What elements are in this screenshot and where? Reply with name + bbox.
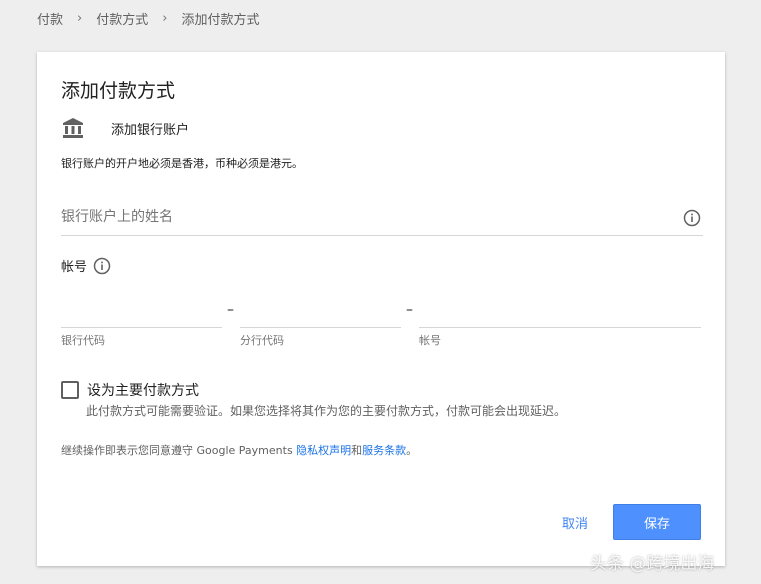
- account-holder-name-input[interactable]: [61, 200, 661, 234]
- branch-code-caption: 分行代码: [240, 334, 284, 347]
- bank-code-input[interactable]: [61, 300, 222, 326]
- primary-method-checkbox-row[interactable]: 设为主要付款方式: [61, 380, 199, 400]
- primary-method-checkbox[interactable]: [61, 381, 79, 399]
- breadcrumb-item-payments[interactable]: 付款: [37, 9, 63, 28]
- save-button[interactable]: 保存: [613, 504, 701, 540]
- account-number-inputs: – – 银行代码 分行代码 帐号: [61, 300, 703, 350]
- bank-account-option: 添加银行账户: [61, 116, 189, 140]
- bank-code-field: [61, 300, 222, 328]
- account-number-field: [419, 300, 701, 328]
- privacy-policy-link[interactable]: 隐私权声明: [296, 444, 351, 457]
- info-icon[interactable]: [93, 257, 111, 275]
- terms-prefix: 继续操作即表示您同意遵守 Google Payments: [61, 444, 297, 457]
- account-holder-name-field: [61, 200, 703, 236]
- breadcrumb-item-payment-methods[interactable]: 付款方式: [96, 9, 148, 28]
- account-number-label-row: 帐号: [61, 256, 111, 275]
- account-number-caption: 帐号: [419, 334, 441, 347]
- separator-dash: –: [406, 302, 413, 318]
- cancel-button[interactable]: 取消: [549, 504, 601, 540]
- breadcrumb: 付款 › 付款方式 › 添加付款方式: [37, 9, 259, 28]
- terms-suffix: 。: [406, 444, 418, 457]
- account-number-input[interactable]: [419, 300, 701, 326]
- primary-method-note: 此付款方式可能需要验证。如果您选择将其作为您的主要付款方式，付款可能会出现延迟。: [86, 404, 567, 418]
- breadcrumb-chevron-icon: ›: [162, 11, 168, 26]
- breadcrumb-item-add-payment-method: 添加付款方式: [181, 13, 260, 28]
- branch-code-input[interactable]: [240, 300, 401, 326]
- account-number-label: 帐号: [61, 260, 88, 275]
- bank-icon: [63, 118, 83, 138]
- branch-code-field: [240, 300, 401, 328]
- terms-and: 和: [351, 444, 363, 457]
- bank-account-label: 添加银行账户: [111, 122, 190, 138]
- terms-text: 继续操作即表示您同意遵守 Google Payments 隐私权声明和服务条款。: [61, 442, 417, 458]
- bank-code-caption: 银行代码: [61, 334, 105, 347]
- separator-dash: –: [227, 302, 234, 318]
- primary-method-checkbox-label[interactable]: 设为主要付款方式: [87, 380, 199, 400]
- bank-requirement-note: 银行账户的开户地必须是香港，币种必须是港元。: [61, 157, 303, 170]
- info-icon[interactable]: [683, 209, 701, 227]
- watermark-text: 头条 @跨境出海: [590, 554, 715, 574]
- add-payment-method-card: 添加付款方式 添加银行账户 银行账户的开户地必须是香港，币种必须是港元。 帐号: [37, 52, 725, 566]
- breadcrumb-chevron-icon: ›: [77, 11, 83, 26]
- terms-of-service-link[interactable]: 服务条款: [362, 444, 406, 457]
- page-title: 添加付款方式: [61, 80, 176, 102]
